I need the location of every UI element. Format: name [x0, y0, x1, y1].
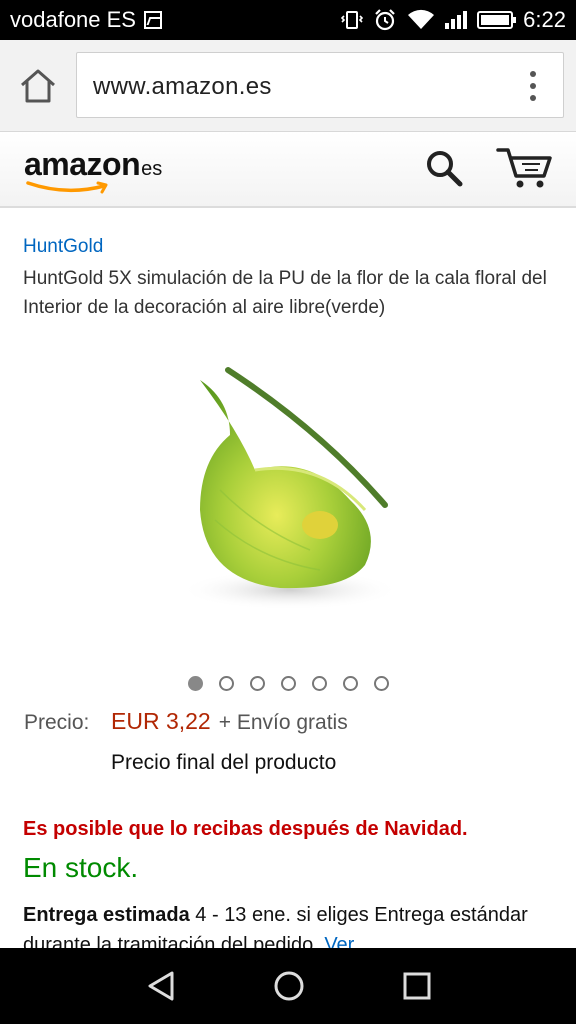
- home-icon[interactable]: [18, 68, 58, 104]
- back-icon[interactable]: [146, 970, 178, 1002]
- stock-status: En stock.: [23, 852, 139, 883]
- status-icons: 6:22: [341, 7, 566, 33]
- search-icon[interactable]: [424, 148, 464, 188]
- logo-suffix: es: [141, 158, 163, 180]
- product-image[interactable]: [160, 360, 450, 650]
- system-nav-bar: [0, 948, 576, 1024]
- price-value: EUR 3,22: [111, 708, 211, 734]
- carousel-dot[interactable]: [219, 676, 234, 691]
- delivery-estimate: Entrega estimada 4 - 13 ene. si eliges E…: [23, 900, 553, 948]
- final-price-note: Precio final del producto: [111, 751, 337, 774]
- home-circle-icon[interactable]: [273, 970, 305, 1002]
- carousel-dot[interactable]: [312, 676, 327, 691]
- battery-icon: [477, 11, 517, 29]
- site-header: amazones: [0, 132, 576, 208]
- url-bar[interactable]: www.amazon.es: [76, 52, 564, 118]
- image-carousel-indicators[interactable]: [188, 676, 389, 691]
- delivery-label: Entrega estimada: [23, 904, 190, 926]
- signal-icon: [445, 11, 468, 29]
- price-label: Precio:: [24, 711, 90, 734]
- carrier-info: vodafone ES: [10, 7, 162, 33]
- carousel-dot[interactable]: [250, 676, 265, 691]
- wifi-icon: [408, 9, 435, 29]
- carousel-dot[interactable]: [281, 676, 296, 691]
- carousel-dot[interactable]: [188, 676, 203, 691]
- smile-arrow-icon: [26, 181, 108, 194]
- product-page: HuntGold HuntGold 5X simulación de la PU…: [0, 210, 576, 948]
- brand-link[interactable]: HuntGold: [23, 236, 103, 258]
- product-title: HuntGold 5X simulación de la PU de la fl…: [23, 268, 547, 318]
- image-notification-icon: [143, 11, 162, 29]
- alarm-icon: [375, 9, 395, 31]
- browser-toolbar: www.amazon.es: [0, 40, 576, 132]
- delay-notice: Es posible que lo recibas después de Nav…: [23, 818, 468, 840]
- cart-icon[interactable]: [496, 146, 554, 190]
- vibrate-icon: [341, 11, 364, 29]
- recent-apps-icon[interactable]: [402, 971, 432, 1001]
- shipping-info: + Envío gratis: [218, 711, 348, 734]
- url-text[interactable]: www.amazon.es: [93, 73, 272, 101]
- logo-word: amazon: [24, 146, 141, 182]
- delivery-details-link[interactable]: Ver: [324, 934, 354, 948]
- overflow-menu-icon[interactable]: [529, 71, 537, 101]
- carousel-dot[interactable]: [374, 676, 389, 691]
- amazon-logo[interactable]: amazones: [24, 146, 163, 194]
- clock: 6:22: [523, 7, 566, 32]
- status-bar: vodafone ES 6:22: [0, 0, 576, 40]
- carousel-dot[interactable]: [343, 676, 358, 691]
- price-row: Precio: EUR 3,22 + Envío gratis: [24, 708, 348, 735]
- carrier-name: vodafone ES: [10, 7, 136, 32]
